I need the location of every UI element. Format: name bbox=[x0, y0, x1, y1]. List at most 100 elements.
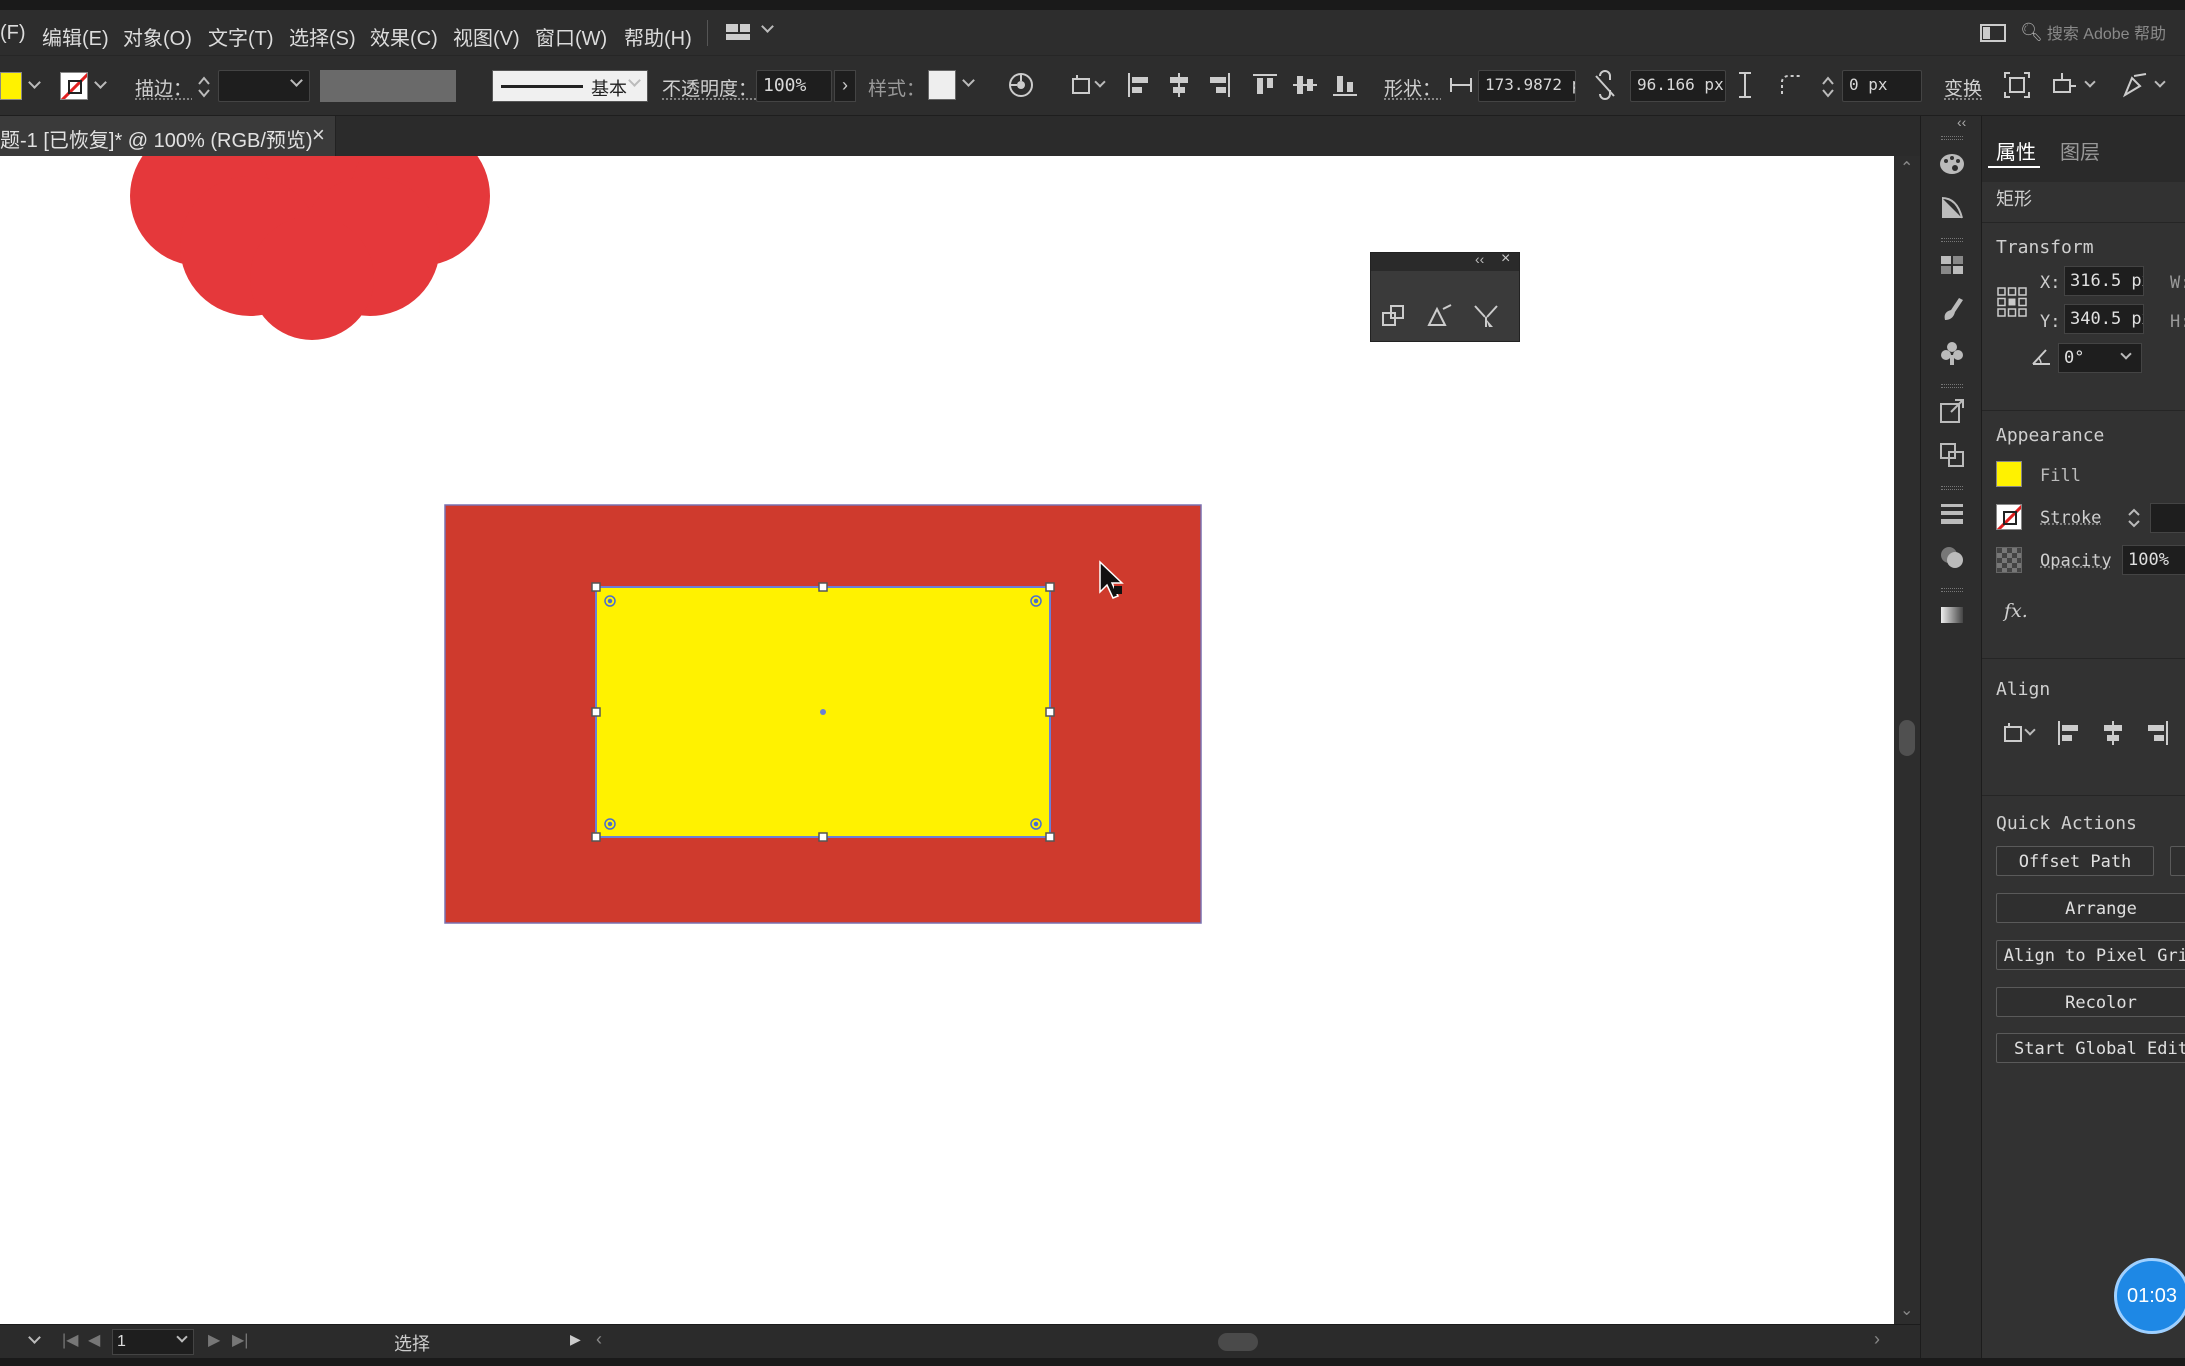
last-artboard-icon[interactable]: ▶| bbox=[232, 1330, 248, 1350]
float-panel-header[interactable]: ‹‹ × bbox=[1371, 253, 1519, 271]
dock-grip[interactable] bbox=[1941, 384, 1963, 388]
swatches-icon[interactable] bbox=[1937, 250, 1967, 280]
align-left-icon[interactable] bbox=[1124, 70, 1154, 100]
panel-stroke-stepper[interactable] bbox=[2126, 504, 2142, 532]
symbols-icon[interactable] bbox=[1937, 338, 1967, 368]
first-artboard-icon[interactable]: |◀ bbox=[62, 1330, 78, 1350]
dock-grip[interactable] bbox=[1941, 238, 1963, 242]
fill-label[interactable]: Fill bbox=[2040, 466, 2081, 486]
y-position-input[interactable]: 340.5 px bbox=[2064, 304, 2144, 334]
align-top-icon[interactable] bbox=[1250, 70, 1280, 100]
collapse-dock-icon[interactable]: ‹‹ bbox=[1957, 114, 1966, 130]
align-to-icon[interactable] bbox=[1068, 70, 1098, 100]
scroll-left-icon[interactable]: ‹ bbox=[596, 1329, 602, 1350]
workspace-switcher-icon[interactable] bbox=[724, 18, 754, 48]
direct-selection-icon[interactable] bbox=[1471, 301, 1501, 331]
panel-align-center-icon[interactable] bbox=[2098, 718, 2128, 748]
recolor-button[interactable]: Recolor bbox=[1996, 987, 2185, 1017]
stroke-chevron-icon[interactable] bbox=[94, 76, 107, 89]
collapse-icon[interactable]: ‹‹ bbox=[1475, 251, 1484, 267]
offset-path-button[interactable]: Offset Path bbox=[1996, 846, 2154, 876]
fill-swatch[interactable] bbox=[0, 72, 22, 100]
horizontal-scroll-thumb[interactable] bbox=[1218, 1333, 1258, 1351]
fx-icon[interactable]: fx. bbox=[2004, 600, 2028, 622]
next-artboard-icon[interactable]: ▶ bbox=[208, 1330, 220, 1350]
dock-grip[interactable] bbox=[1941, 136, 1963, 140]
variable-width-profile[interactable] bbox=[320, 70, 456, 102]
link-proportions-icon[interactable] bbox=[1590, 70, 1620, 100]
rotation-angle-input[interactable]: 0° bbox=[2058, 343, 2142, 373]
align-horizontal-center-icon[interactable] bbox=[1164, 70, 1194, 100]
pen-tool-icon[interactable] bbox=[2120, 70, 2150, 100]
arrange-chevron-icon[interactable] bbox=[2084, 76, 2095, 87]
stroke-stepper[interactable] bbox=[196, 72, 212, 102]
color-palette-icon[interactable] bbox=[1937, 148, 1967, 178]
scroll-up-icon[interactable]: ⌃ bbox=[1900, 158, 1913, 178]
transform-each-icon[interactable] bbox=[2002, 70, 2032, 100]
status-menu-arrow-icon[interactable]: ▶ bbox=[570, 1331, 581, 1348]
arrange-button[interactable]: Arrange bbox=[1996, 893, 2185, 923]
tab-properties[interactable]: 属性 bbox=[1996, 136, 2036, 165]
close-icon[interactable]: × bbox=[1501, 250, 1510, 268]
panel-stroke-weight-input[interactable] bbox=[2150, 503, 2185, 533]
menu-view[interactable]: 视图(V) bbox=[453, 22, 520, 51]
workspace-chevron-icon[interactable] bbox=[761, 20, 774, 33]
opacity-input[interactable]: 100% bbox=[756, 70, 832, 102]
panel-stroke-swatch[interactable] bbox=[1996, 504, 2022, 530]
start-global-edit-button[interactable]: Start Global Edit bbox=[1996, 1033, 2185, 1063]
arrange-icon[interactable] bbox=[2048, 70, 2078, 100]
panel-layout-icon[interactable] bbox=[1978, 18, 2008, 48]
shape-height-input[interactable]: 96.166 px bbox=[1630, 70, 1726, 102]
zoom-chevron-icon[interactable] bbox=[28, 1331, 41, 1344]
reference-point-icon[interactable] bbox=[1996, 286, 2028, 318]
panel-opacity-input[interactable]: 100% bbox=[2122, 545, 2185, 575]
graphic-style-swatch[interactable] bbox=[928, 70, 956, 100]
menu-effect[interactable]: 效果(C) bbox=[370, 22, 438, 51]
gradient-icon[interactable] bbox=[1937, 600, 1967, 630]
document-tab[interactable]: 题-1 [已恢复]* @ 100% (RGB/预览) × bbox=[0, 116, 336, 156]
menu-window[interactable]: 窗口(W) bbox=[535, 22, 607, 51]
menu-help[interactable]: 帮助(H) bbox=[624, 22, 692, 51]
color-guide-icon[interactable] bbox=[1937, 192, 1967, 222]
transform-again-icon[interactable] bbox=[1379, 301, 1409, 331]
x-position-input[interactable]: 316.5 px bbox=[2064, 266, 2144, 296]
menu-edit[interactable]: 编辑(E) bbox=[42, 22, 109, 51]
artboards-icon[interactable] bbox=[1937, 440, 1967, 470]
recolor-artwork-icon[interactable] bbox=[1006, 70, 1036, 100]
corner-stepper[interactable] bbox=[1820, 72, 1836, 102]
menu-object[interactable]: 对象(O) bbox=[123, 22, 192, 51]
menu-type[interactable]: 文字(T) bbox=[208, 22, 274, 51]
dock-grip[interactable] bbox=[1941, 486, 1963, 490]
export-icon[interactable] bbox=[1937, 396, 1967, 426]
panel-align-left-icon[interactable] bbox=[2054, 718, 2084, 748]
brush-definition[interactable]: 基本 bbox=[492, 70, 648, 102]
help-search[interactable]: 🔍︎ 搜索 Adobe 帮助 bbox=[2020, 16, 2185, 48]
reflect-icon[interactable] bbox=[1425, 301, 1455, 331]
previous-artboard-icon[interactable]: ◀ bbox=[88, 1330, 100, 1350]
stroke-swatch[interactable] bbox=[60, 72, 88, 100]
align-bottom-icon[interactable] bbox=[1330, 70, 1360, 100]
opacity-expand-button[interactable]: › bbox=[834, 70, 856, 102]
quick-action-button-secondary[interactable] bbox=[2170, 846, 2185, 876]
artboard-canvas[interactable] bbox=[0, 156, 1894, 1324]
shape-width-input[interactable]: 173.9872 p bbox=[1478, 70, 1576, 102]
close-tab-icon[interactable]: × bbox=[312, 122, 325, 148]
stroke-panel-icon[interactable] bbox=[1937, 498, 1967, 528]
opacity-panel-label[interactable]: Opacity bbox=[2040, 551, 2112, 571]
fill-chevron-icon[interactable] bbox=[28, 76, 41, 89]
panel-align-to-icon[interactable] bbox=[2000, 718, 2030, 748]
panel-align-right-icon[interactable] bbox=[2142, 718, 2172, 748]
scroll-right-icon[interactable]: › bbox=[1874, 1329, 1880, 1350]
scroll-down-icon[interactable]: ⌄ bbox=[1900, 1300, 1913, 1320]
transform-link[interactable]: 变换 bbox=[1944, 74, 1982, 101]
vertical-scroll-thumb[interactable] bbox=[1899, 720, 1915, 756]
brushes-icon[interactable] bbox=[1937, 294, 1967, 324]
menu-select[interactable]: 选择(S) bbox=[289, 22, 356, 51]
corner-radius-input[interactable]: 0 px bbox=[1842, 70, 1922, 102]
shape-label[interactable]: 形状： bbox=[1384, 74, 1441, 101]
stroke-weight-label[interactable]: 描边： bbox=[135, 74, 192, 101]
stroke-label[interactable]: Stroke bbox=[2040, 508, 2101, 528]
align-to-pixel-grid-button[interactable]: Align to Pixel Grid bbox=[1996, 940, 2185, 970]
pen-chevron-icon[interactable] bbox=[2154, 76, 2165, 87]
align-right-icon[interactable] bbox=[1204, 70, 1234, 100]
